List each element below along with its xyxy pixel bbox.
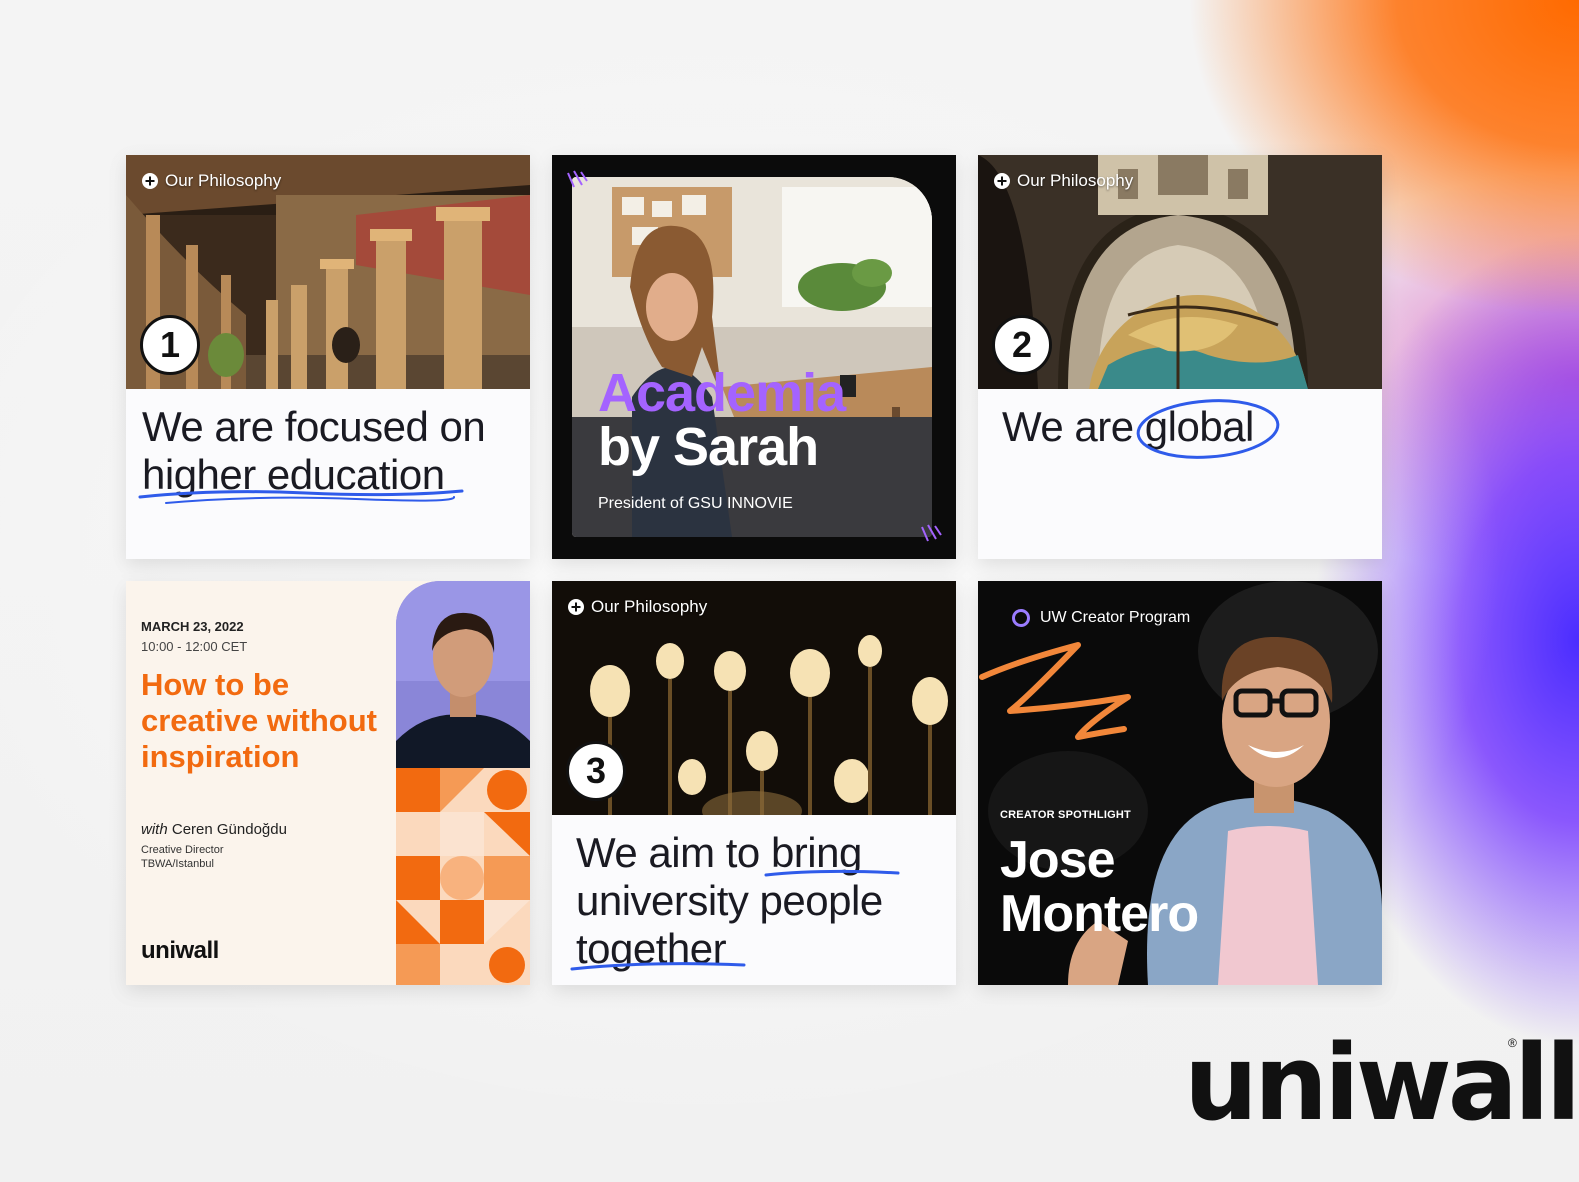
underline-scribble-icon: [764, 869, 900, 877]
speaker-name: Ceren Gündoğdu: [171, 821, 287, 838]
speaker-role: Creative Director TBWA/Istanbul: [141, 843, 301, 871]
spark-marks-icon: [567, 170, 588, 188]
event-title: How to be creative without inspiration: [141, 667, 377, 774]
event-date: MARCH 23, 2022: [141, 619, 244, 634]
tag-label: Our Philosophy: [591, 597, 708, 616]
tag-label: Our Philosophy: [165, 171, 282, 190]
speaker-prefix: with: [141, 821, 168, 838]
title-by-sarah: by Sarah: [598, 417, 819, 477]
ring-icon: [1012, 609, 1030, 627]
spotlight-label: CREATOR SPOTHLIGHT: [1000, 809, 1131, 821]
program-tag: UW Creator Program: [1012, 609, 1190, 627]
spark-marks-icon: [921, 524, 942, 542]
card-event-creative-without-inspiration[interactable]: MARCH 23, 2022 10:00 - 12:00 CET How to …: [126, 581, 530, 985]
circle-scribble-icon: [1136, 399, 1280, 459]
program-label: UW Creator Program: [1040, 609, 1191, 626]
brand-logo-small: uniwall: [141, 937, 219, 964]
event-speaker: with Ceren Gündoğdu: [141, 821, 287, 838]
plus-circle-icon: [142, 173, 158, 189]
card-focused-higher-education[interactable]: Our Philosophy 1 We are focused on highe…: [126, 155, 530, 559]
geometric-pattern: [396, 768, 530, 985]
speaker-role-line1: Creative Director: [141, 844, 224, 856]
creator-first-name: Jose: [1000, 831, 1116, 889]
title-academia: Academia: [598, 363, 846, 423]
zigzag-scribble-icon: [979, 642, 1131, 740]
event-time: 10:00 - 12:00 CET: [141, 639, 248, 654]
tag-our-philosophy: Our Philosophy: [142, 171, 281, 191]
step-number-badge: 2: [992, 315, 1052, 375]
creator-last-name: Montero: [1000, 885, 1199, 943]
card-creator-spotlight[interactable]: UW Creator Program CREATOR SPOTHLIGHT Jo…: [978, 581, 1382, 985]
speaker-portrait: [396, 581, 530, 768]
card-we-are-global[interactable]: Our Philosophy 2 We are global: [978, 155, 1382, 559]
subtitle-president: President of GSU INNOVIE: [598, 495, 793, 512]
plus-circle-icon: [994, 173, 1010, 189]
underline-scribble-icon: [138, 489, 464, 504]
plus-circle-icon: [568, 599, 584, 615]
photo-sarah-office: [572, 177, 932, 537]
speaker-role-line2: TBWA/Istanbul: [141, 858, 214, 870]
tag-label: Our Philosophy: [1017, 171, 1134, 190]
step-number-badge: 1: [140, 315, 200, 375]
headline-line1: We are focused on: [142, 403, 486, 450]
headline-line2: university people: [576, 877, 883, 924]
underline-scribble-icon: [570, 962, 746, 971]
tag-our-philosophy: Our Philosophy: [994, 171, 1133, 191]
card-academia-by-sarah[interactable]: Academia by Sarah President of GSU INNOV…: [552, 155, 956, 559]
step-number-badge: 3: [566, 741, 626, 801]
headline-text: We are: [1002, 403, 1134, 450]
uniwall-logo: uniwall: [1184, 1022, 1579, 1144]
tag-our-philosophy: Our Philosophy: [568, 597, 707, 617]
card-we-aim-to-bring[interactable]: Our Philosophy 3 We aim to bring univers…: [552, 581, 956, 985]
registered-mark: ®: [1508, 1036, 1517, 1050]
